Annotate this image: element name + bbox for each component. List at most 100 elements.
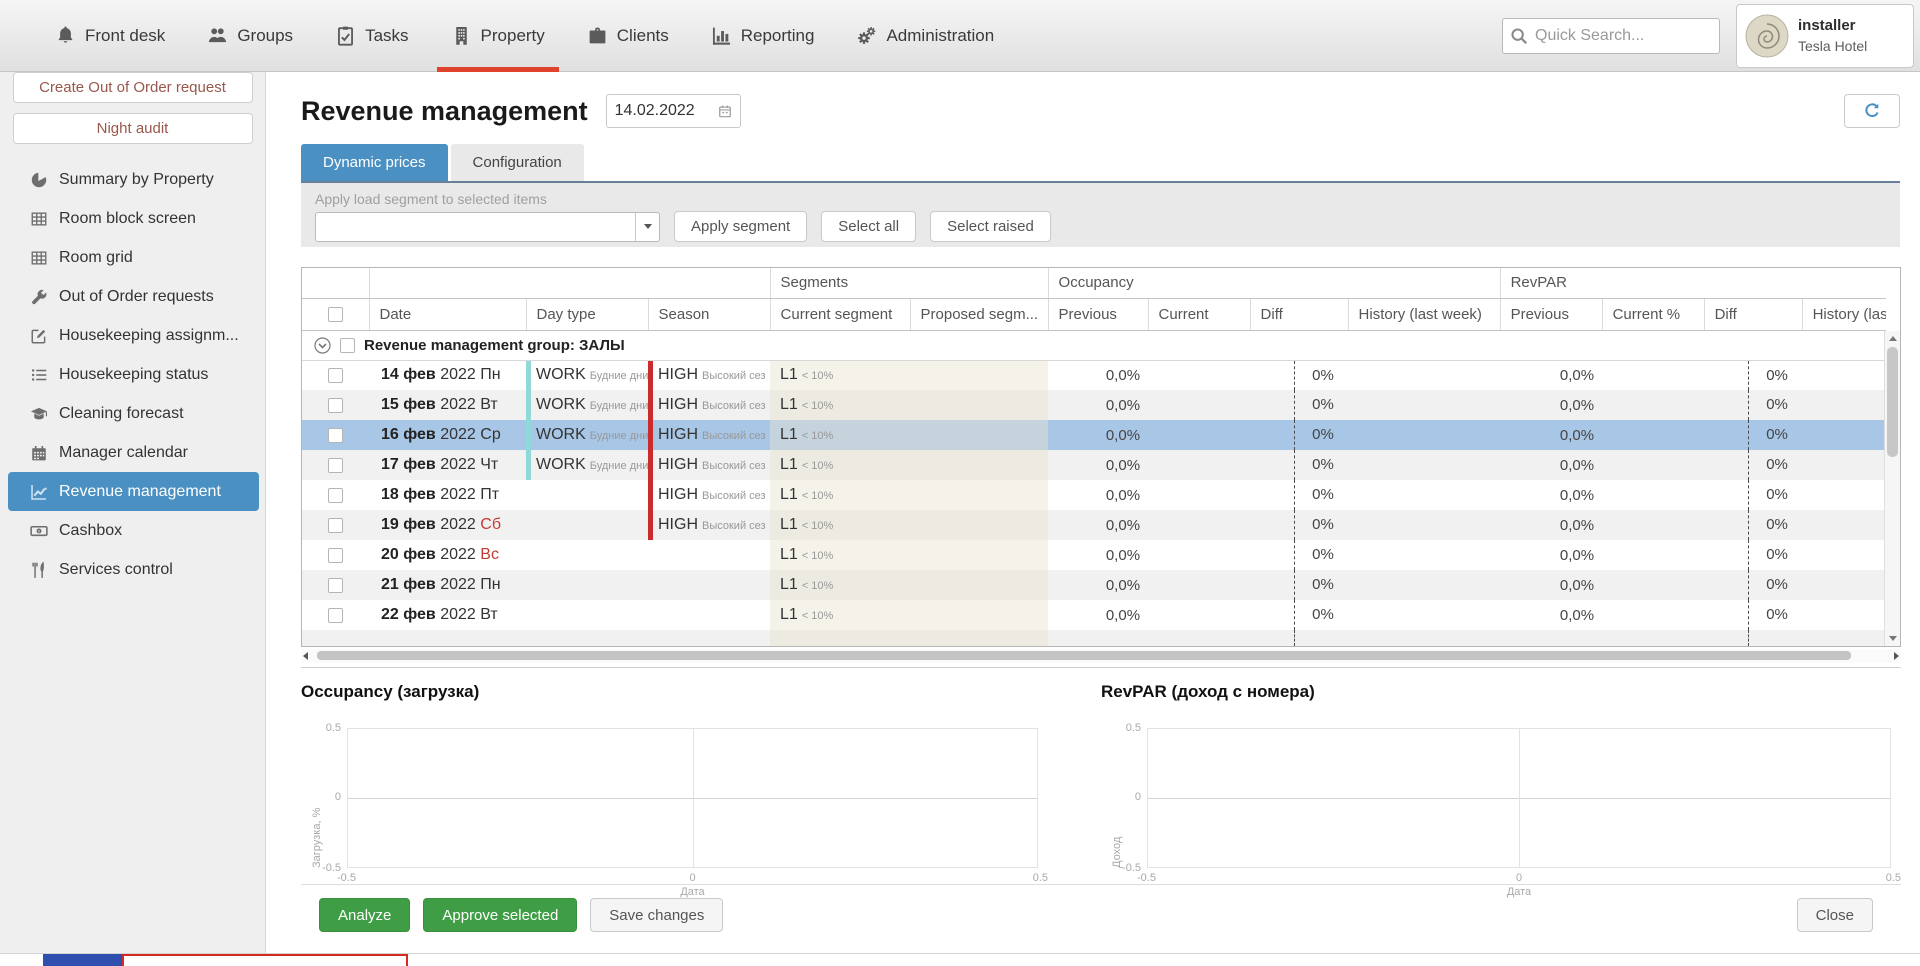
close-button[interactable]: Close xyxy=(1797,898,1873,932)
select-all-button[interactable]: Select all xyxy=(821,211,916,242)
group-row[interactable]: Revenue management group: ЗАЛЫ xyxy=(302,330,1886,360)
occupancy-plot-area xyxy=(347,728,1038,868)
day-type-cell: WORKБудние дни xyxy=(526,420,648,450)
sidebar-item[interactable]: Room block screen xyxy=(8,199,259,238)
occupancy-diff-cell: 0% xyxy=(1250,540,1348,570)
quick-search xyxy=(1502,18,1720,54)
sidebar-item-label: Revenue management xyxy=(59,483,221,501)
nav-item[interactable]: Administration xyxy=(835,0,1015,72)
revpar-previous-cell: 0,0% xyxy=(1500,540,1602,570)
table-row[interactable]: 18 фев 2022 Пт HIGHВысокий сез L1< 10% 0… xyxy=(302,480,1886,510)
user-menu[interactable]: installer Tesla Hotel xyxy=(1736,4,1914,68)
sidebar-item[interactable]: Cleaning forecast xyxy=(8,394,259,433)
proposed-segment-cell xyxy=(910,360,1048,390)
sidebar-action-button[interactable]: Create Out of Order request xyxy=(13,72,253,103)
nav-item-label: Front desk xyxy=(85,26,165,46)
table-row[interactable]: 17 фев 2022 Чт WORKБудние дни HIGHВысоки… xyxy=(302,450,1886,480)
group-checkbox[interactable] xyxy=(340,338,355,353)
date-cell: 19 фев 2022 Сб xyxy=(369,510,526,540)
table-row[interactable]: 21 фев 2022 Пн L1< 10% 0,0% 0% 0,0% 0% xyxy=(302,570,1886,600)
taskbar-strip xyxy=(0,953,1920,965)
nav-item[interactable]: Front desk xyxy=(34,0,186,72)
row-checkbox[interactable] xyxy=(328,578,343,593)
taskbar-item-blue[interactable] xyxy=(43,954,122,966)
nav-item-label: Property xyxy=(481,26,545,46)
col-proposed-segment: Proposed segm... xyxy=(910,298,1048,330)
select-all-checkbox[interactable] xyxy=(328,307,343,322)
occupancy-previous-cell: 0,0% xyxy=(1048,540,1148,570)
nav-item[interactable]: Property xyxy=(430,0,566,72)
table-row[interactable]: 16 фев 2022 Ср WORKБудние дни HIGHВысоки… xyxy=(302,420,1886,450)
approve-selected-button[interactable]: Approve selected xyxy=(423,898,577,932)
proposed-segment-cell xyxy=(910,420,1048,450)
sidebar-item[interactable]: Housekeeping assignm... xyxy=(8,316,259,355)
nav-item[interactable]: Tasks xyxy=(314,0,429,72)
proposed-segment-cell xyxy=(910,450,1048,480)
analyze-button[interactable]: Analyze xyxy=(319,898,410,932)
date-cell: 17 фев 2022 Чт xyxy=(369,450,526,480)
season-cell: HIGHВысокий сез xyxy=(648,390,770,420)
apply-segment-button[interactable]: Apply segment xyxy=(674,211,807,242)
horizontal-scrollbar-thumb xyxy=(317,651,1851,660)
bar-chart-icon xyxy=(711,25,732,46)
user-name: installer xyxy=(1798,17,1867,34)
date-picker[interactable]: 14.02.2022 xyxy=(606,94,741,128)
current-segment-cell: L1< 10% xyxy=(770,480,910,510)
sidebar-item[interactable]: Summary by Property xyxy=(8,160,259,199)
segment-dropdown[interactable] xyxy=(315,212,660,242)
row-checkbox[interactable] xyxy=(328,368,343,383)
tab-dynamic-prices[interactable]: Dynamic prices xyxy=(301,144,448,181)
date-cell: 20 фев 2022 Вс xyxy=(369,540,526,570)
banknote-icon: 0 xyxy=(30,522,48,540)
nav-item[interactable]: Clients xyxy=(566,0,690,72)
sidebar-item[interactable]: Housekeeping status xyxy=(8,355,259,394)
sidebar: Create Out of Order request Night audit … xyxy=(0,72,266,953)
table-row[interactable]: 20 фев 2022 Вс L1< 10% 0,0% 0% 0,0% 0% xyxy=(302,540,1886,570)
col-occ-history: History (last week) xyxy=(1348,298,1500,330)
date-cell: 14 фев 2022 Пн xyxy=(369,360,526,390)
revpar-previous-cell: 0,0% xyxy=(1500,420,1602,450)
sidebar-item[interactable]: Out of Order requests xyxy=(8,277,259,316)
tab-configuration[interactable]: Configuration xyxy=(451,144,584,181)
sidebar-action-button[interactable]: Night audit xyxy=(13,113,253,144)
row-checkbox[interactable] xyxy=(328,488,343,503)
row-checkbox[interactable] xyxy=(328,548,343,563)
vertical-scrollbar[interactable] xyxy=(1884,331,1900,646)
day-type-cell xyxy=(526,600,648,630)
select-raised-button[interactable]: Select raised xyxy=(930,211,1051,242)
row-checkbox[interactable] xyxy=(328,518,343,533)
revpar-diff-cell: 0% xyxy=(1704,510,1802,540)
collapse-group-icon[interactable] xyxy=(314,337,331,354)
group-header-occupancy: Occupancy xyxy=(1048,268,1500,298)
table-row[interactable]: 14 фев 2022 Пн WORKБудние дни HIGHВысоки… xyxy=(302,360,1886,390)
taskbar-item-outlined[interactable] xyxy=(122,954,408,966)
row-checkbox[interactable] xyxy=(328,428,343,443)
sidebar-item[interactable]: Revenue management xyxy=(8,472,259,511)
row-checkbox[interactable] xyxy=(328,458,343,473)
search-input[interactable] xyxy=(1502,18,1720,54)
horizontal-scrollbar[interactable] xyxy=(301,649,1901,663)
row-checkbox[interactable] xyxy=(328,608,343,623)
segment-panel-label: Apply load segment to selected items xyxy=(315,191,1900,207)
row-checkbox[interactable] xyxy=(328,398,343,413)
occupancy-previous-cell: 0,0% xyxy=(1048,600,1148,630)
revpar-chart: RevPAR (доход с номера) Доход 0.5 0 -0.5… xyxy=(1101,682,1901,868)
nav-item[interactable]: Reporting xyxy=(690,0,836,72)
table-row[interactable]: 19 фев 2022 Сб HIGHВысокий сез L1< 10% 0… xyxy=(302,510,1886,540)
sidebar-item[interactable]: Room grid xyxy=(8,238,259,277)
revpar-y-axis-label: Доход xyxy=(1111,728,1123,868)
sidebar-item[interactable]: Manager calendar xyxy=(8,433,259,472)
table-row[interactable]: 22 фев 2022 Вт L1< 10% 0,0% 0% 0,0% 0% xyxy=(302,600,1886,630)
save-changes-button[interactable]: Save changes xyxy=(590,898,723,932)
nav-item[interactable]: Groups xyxy=(186,0,314,72)
nav-item-label: Clients xyxy=(617,26,669,46)
sidebar-item[interactable]: Services control xyxy=(8,550,259,589)
revpar-diff-cell: 0% xyxy=(1704,450,1802,480)
sidebar-item-label: Cashbox xyxy=(59,522,122,540)
table-row[interactable]: 15 фев 2022 Вт WORKБудние дни HIGHВысоки… xyxy=(302,390,1886,420)
refresh-button[interactable] xyxy=(1844,94,1900,128)
sidebar-item[interactable]: 0 Cashbox xyxy=(8,511,259,550)
avatar xyxy=(1745,14,1789,58)
occupancy-diff-cell: 0% xyxy=(1250,510,1348,540)
vertical-scrollbar-thumb xyxy=(1887,347,1898,457)
